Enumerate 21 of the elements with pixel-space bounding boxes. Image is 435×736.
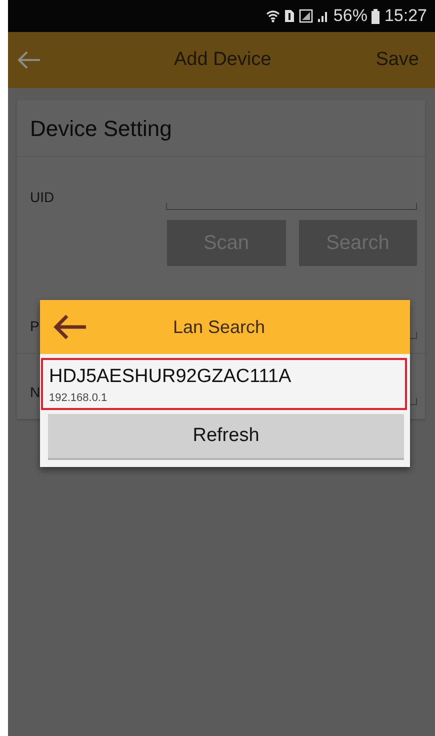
signal-icon bbox=[317, 9, 330, 23]
field-label: P bbox=[30, 318, 40, 334]
uid-input-field[interactable] bbox=[166, 203, 417, 210]
device-uid: HDJ5AESHUR92GZAC111A bbox=[49, 366, 292, 388]
refresh-button[interactable]: Refresh bbox=[48, 414, 404, 460]
section-title: Device Setting bbox=[29, 116, 173, 143]
device-list-item[interactable]: HDJ5AESHUR92GZAC111A 192.168.0.1 bbox=[41, 358, 407, 410]
battery-icon bbox=[371, 8, 380, 24]
clock: 15:27 bbox=[384, 6, 427, 26]
signal-box-icon bbox=[299, 9, 314, 23]
dialog-title: Lan Search bbox=[173, 316, 266, 338]
wifi-icon bbox=[266, 9, 280, 23]
sim-card-icon bbox=[284, 9, 296, 23]
save-button[interactable]: Save bbox=[376, 49, 419, 71]
field-label: N bbox=[30, 384, 40, 400]
battery-percent: 56% bbox=[333, 6, 368, 26]
page-title: Add Device bbox=[174, 49, 272, 71]
device-ip: 192.168.0.1 bbox=[49, 392, 108, 404]
back-arrow-icon[interactable] bbox=[52, 313, 88, 341]
back-arrow-icon[interactable] bbox=[16, 50, 42, 70]
field-label: UID bbox=[30, 189, 54, 205]
